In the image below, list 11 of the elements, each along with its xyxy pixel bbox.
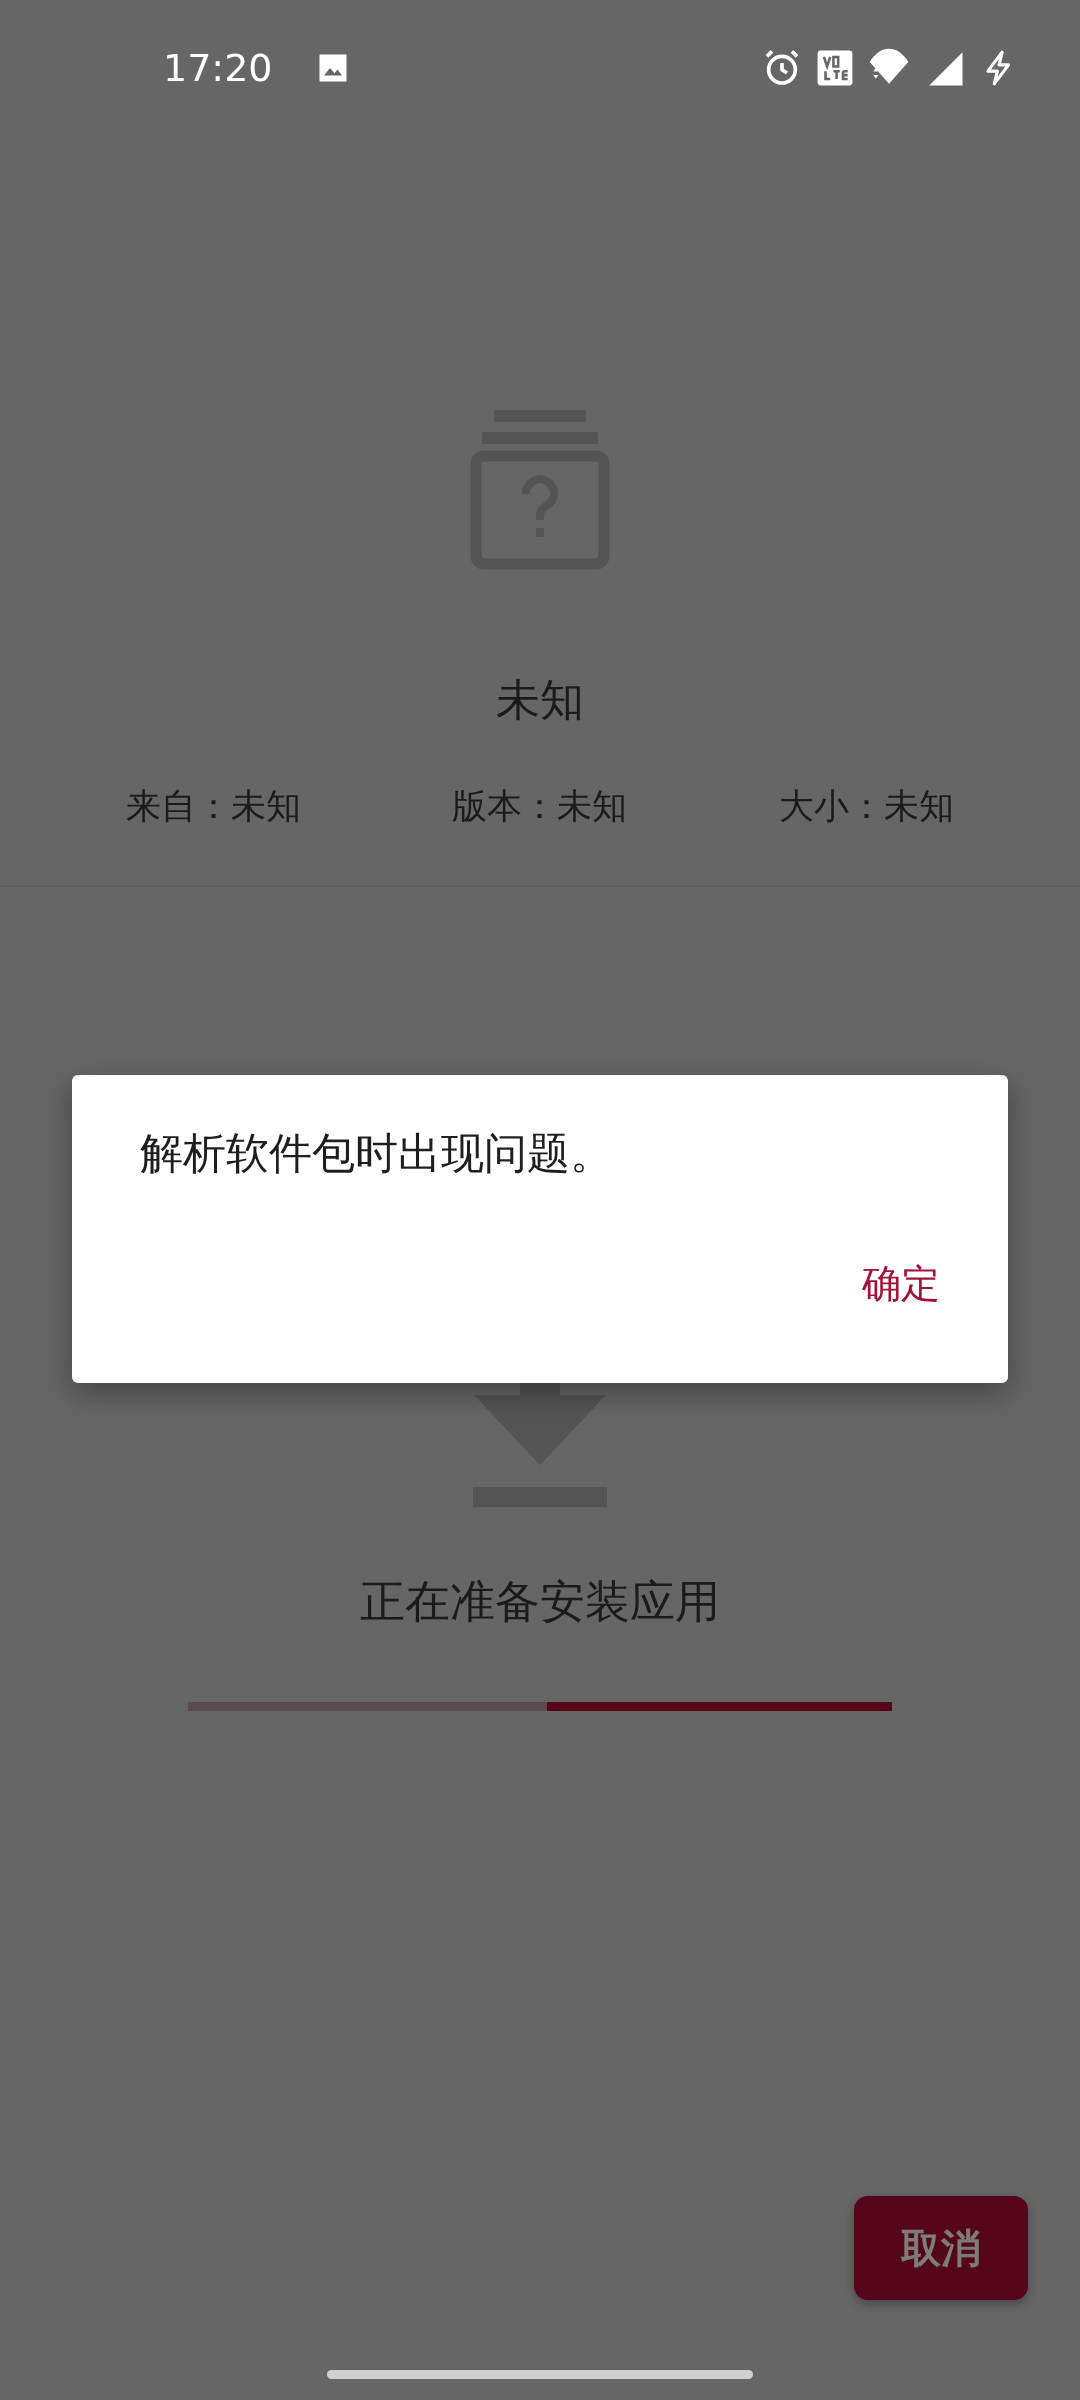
cancel-button[interactable]: 取消 bbox=[854, 2196, 1028, 2300]
volte-icon bbox=[816, 48, 854, 87]
status-time: 17:20 bbox=[163, 45, 273, 90]
app-detail: 大小：未知 bbox=[779, 785, 955, 828]
dialog-message: 解析软件包时出现问题。 bbox=[140, 1127, 614, 1180]
ok-button[interactable]: 确定 bbox=[846, 1247, 956, 1321]
app-detail: 版本：未知 bbox=[452, 785, 628, 828]
app-detail: 来自：未知 bbox=[125, 785, 301, 828]
app-name: 未知 bbox=[496, 673, 584, 727]
home-indicator[interactable] bbox=[327, 2370, 753, 2379]
install-status: 正在准备安装应用 bbox=[360, 1574, 720, 1630]
